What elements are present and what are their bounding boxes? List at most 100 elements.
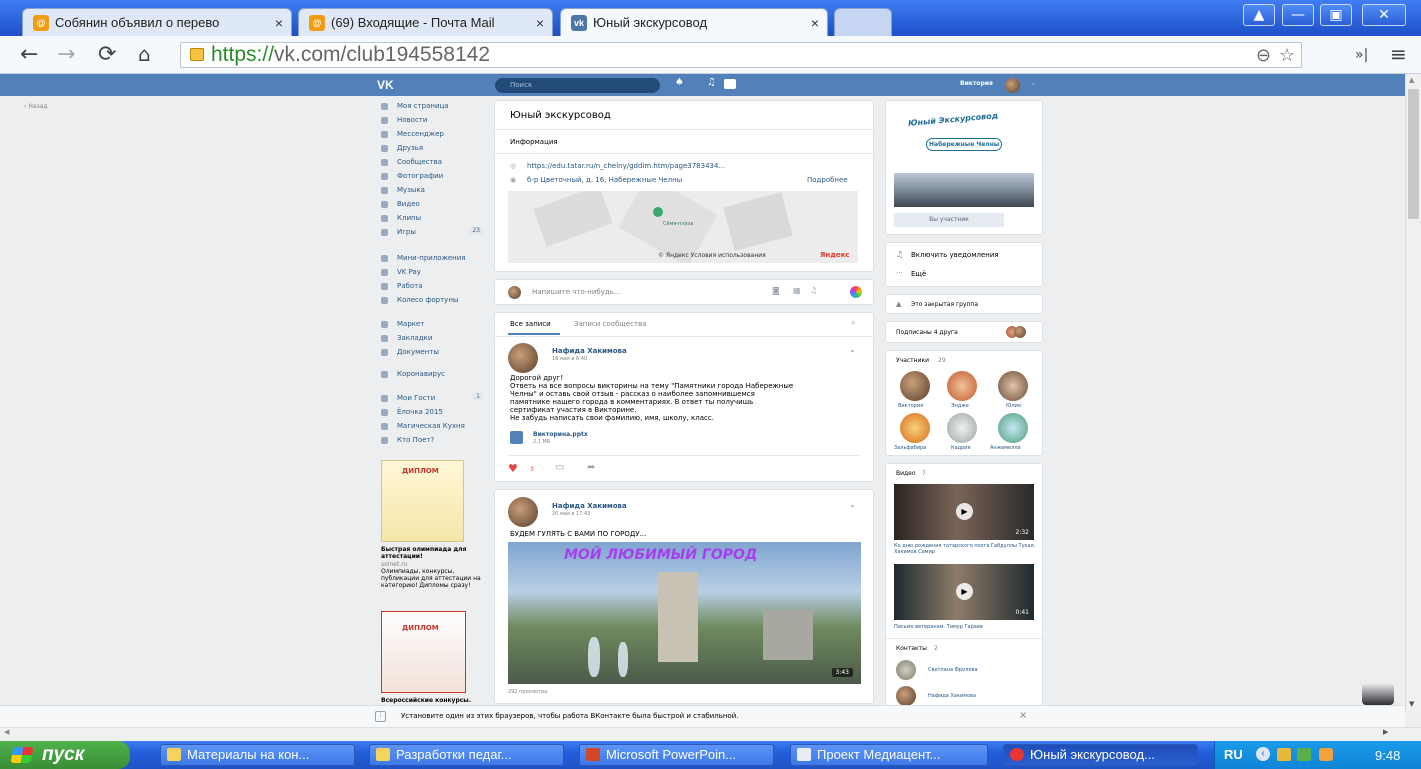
avatar[interactable]	[947, 371, 977, 401]
clock[interactable]: 9:48	[1375, 748, 1400, 763]
member-name[interactable]: Кадрия	[951, 445, 971, 451]
sidebar-item-my-page[interactable]: Моя страница	[381, 102, 449, 110]
chevron-down-icon[interactable]: ⌄	[1030, 78, 1037, 87]
composer-placeholder[interactable]: Напишите что-нибудь...	[532, 288, 621, 296]
sidebar-item-clips[interactable]: Клипы	[381, 214, 421, 222]
start-button[interactable]: пуск	[0, 741, 130, 769]
ad-title[interactable]: Всероссийские конкурсы.	[381, 697, 471, 704]
browser-tab-news[interactable]: @ Собянин объявил о перево ×	[22, 8, 292, 36]
tab-info[interactable]: Информация	[510, 138, 558, 146]
music-icon[interactable]: ♫	[707, 77, 716, 88]
sidebar-item-coronavirus[interactable]: Коронавирус	[381, 370, 445, 378]
chevron-left-icon[interactable]: ‹	[1256, 747, 1270, 761]
video-title[interactable]: Письмо ветеранам. Тимур Гараев	[894, 624, 983, 630]
member-name[interactable]: Анжемелла	[990, 445, 1021, 451]
post-composer[interactable]: Напишите что-нибудь... ◙ ▦ ♫	[494, 279, 874, 305]
taskbar-item[interactable]: Материалы на кон...	[160, 744, 355, 766]
members-label[interactable]: Участники	[896, 357, 929, 364]
document-icon[interactable]	[510, 431, 523, 444]
member-name[interactable]: Зальфабира	[894, 445, 926, 451]
chevron-down-icon[interactable]: ⌄	[849, 500, 856, 509]
contacts-label[interactable]: Контакты	[896, 645, 927, 652]
ad-image-diploma[interactable]: ДИПЛОМ	[381, 611, 466, 693]
cover-photo[interactable]	[894, 173, 1034, 207]
ad-image-diploma[interactable]: ДИПЛОМ	[381, 460, 464, 542]
avatar[interactable]	[947, 413, 977, 443]
search-icon[interactable]: ⌕	[851, 318, 856, 328]
more-link[interactable]: Подробнее	[807, 176, 848, 184]
scroll-up-icon[interactable]: ▲	[1409, 76, 1414, 84]
attachment-name[interactable]: Викторина.pptx	[533, 431, 588, 438]
bell-icon[interactable]: ♠	[675, 77, 684, 88]
group-address[interactable]: б-р Цветочный, д. 16, Набережные Челны	[527, 176, 682, 184]
member-name[interactable]: Юлия	[1006, 403, 1021, 409]
story-icon[interactable]	[850, 286, 862, 298]
search-input[interactable]: Поиск	[495, 78, 660, 93]
tray-app-icon[interactable]	[1277, 748, 1291, 761]
avatar[interactable]	[900, 371, 930, 401]
sidebar-item-music[interactable]: Музыка	[381, 186, 425, 194]
post-author[interactable]: Нафида Хакимова	[552, 502, 627, 510]
vertical-scrollbar[interactable]: ▲ ▼	[1405, 74, 1421, 712]
sidebar-item-documents[interactable]: Документы	[381, 348, 439, 356]
scroll-left-icon[interactable]: ◀	[4, 728, 9, 736]
chat-avatar[interactable]	[1362, 683, 1394, 705]
sidebar-item-mini-apps[interactable]: Мини-приложения	[381, 254, 466, 262]
group-link[interactable]: https://edu.tatar.ru/n_chelny/gddim.htm/…	[527, 162, 725, 170]
notify-button[interactable]: Включить уведомления	[911, 251, 999, 259]
sidebar-item-friends[interactable]: Друзья	[381, 144, 423, 152]
extensions-chevron-icon[interactable]: »|	[1355, 47, 1368, 63]
tab-community-posts[interactable]: Записи сообщества	[574, 320, 647, 328]
close-tab-icon[interactable]: ×	[275, 15, 283, 31]
video-thumbnail[interactable]: ▶ 0:41	[894, 564, 1034, 620]
videos-label[interactable]: Видео	[896, 470, 916, 477]
avatar[interactable]	[998, 371, 1028, 401]
forward-arrow-icon[interactable]: →	[57, 42, 75, 67]
sidebar-item-communities[interactable]: Сообщества	[381, 158, 442, 166]
member-button[interactable]: Вы участник	[894, 213, 1004, 227]
sidebar-item-market[interactable]: Маркет	[381, 320, 424, 328]
back-arrow-icon[interactable]: ←	[20, 42, 38, 67]
language-indicator[interactable]: RU	[1224, 747, 1243, 762]
sidebar-item-fortune-wheel[interactable]: Колесо фортуны	[381, 296, 458, 304]
video-thumbnail[interactable]: ▶ 2:32	[894, 484, 1034, 540]
browser-tab-mail[interactable]: @ (69) Входящие - Почта Mail ×	[298, 8, 553, 36]
browser-tab-vk[interactable]: vk Юный экскурсовод ×	[560, 8, 828, 36]
sidebar-item-video[interactable]: Видео	[381, 200, 420, 208]
home-icon[interactable]: ⌂	[138, 42, 151, 66]
share-icon[interactable]: ➦	[587, 462, 595, 473]
back-link[interactable]: ‹ Назад	[24, 103, 48, 110]
post-date[interactable]: 18 мая в 8:40	[552, 356, 587, 362]
contact-name[interactable]: Светлана Фролова	[928, 667, 977, 673]
minimize-button[interactable]: —	[1282, 4, 1314, 26]
scroll-down-icon[interactable]: ▼	[1409, 700, 1414, 708]
network-icon[interactable]	[1297, 748, 1311, 761]
avatar[interactable]	[508, 497, 538, 527]
heart-icon[interactable]: ♥	[508, 462, 518, 475]
close-window-button[interactable]: ✕	[1362, 4, 1406, 26]
sidebar-item-news[interactable]: Новости	[381, 116, 427, 124]
address-bar[interactable]: https://vk.com/club194558142 ⊖ ☆	[180, 42, 1302, 68]
music-icon[interactable]: ♫	[810, 286, 817, 295]
map-marker-icon[interactable]	[653, 207, 663, 217]
sidebar-item-bookmarks[interactable]: Закладки	[381, 334, 432, 342]
zoom-icon[interactable]: ⊖	[1256, 43, 1271, 67]
comment-icon[interactable]: ▭	[555, 462, 564, 473]
friends-subscribed[interactable]: Подписаны 4 друга	[896, 329, 958, 336]
update-icon[interactable]	[1319, 748, 1333, 761]
video-icon[interactable]: ▦	[793, 286, 801, 295]
avatar[interactable]	[896, 660, 916, 680]
vk-logo[interactable]: VK	[377, 78, 394, 92]
sidebar-item-magic-kitchen[interactable]: Магическая Кухня	[381, 422, 465, 430]
friends-card[interactable]: Подписаны 4 друга	[885, 321, 1043, 343]
taskbar-item[interactable]: Microsoft PowerPoin...	[579, 744, 774, 766]
sidebar-item-games[interactable]: Игры 23	[381, 227, 483, 236]
sidebar-item-vkpay[interactable]: VK Pay	[381, 268, 421, 276]
sidebar-item-my-guests[interactable]: Мои Гости 1	[381, 393, 483, 402]
ad-title[interactable]: Быстрая олимпиада для аттестации!	[381, 546, 481, 560]
post-date[interactable]: 20 мая в 17:43	[552, 511, 590, 517]
camera-icon[interactable]: ◙	[772, 286, 780, 295]
close-tab-icon[interactable]: ×	[536, 15, 544, 31]
avatar[interactable]	[998, 413, 1028, 443]
video-title[interactable]: Ко дню рождения татарского поэта Габдулл…	[894, 543, 1039, 555]
